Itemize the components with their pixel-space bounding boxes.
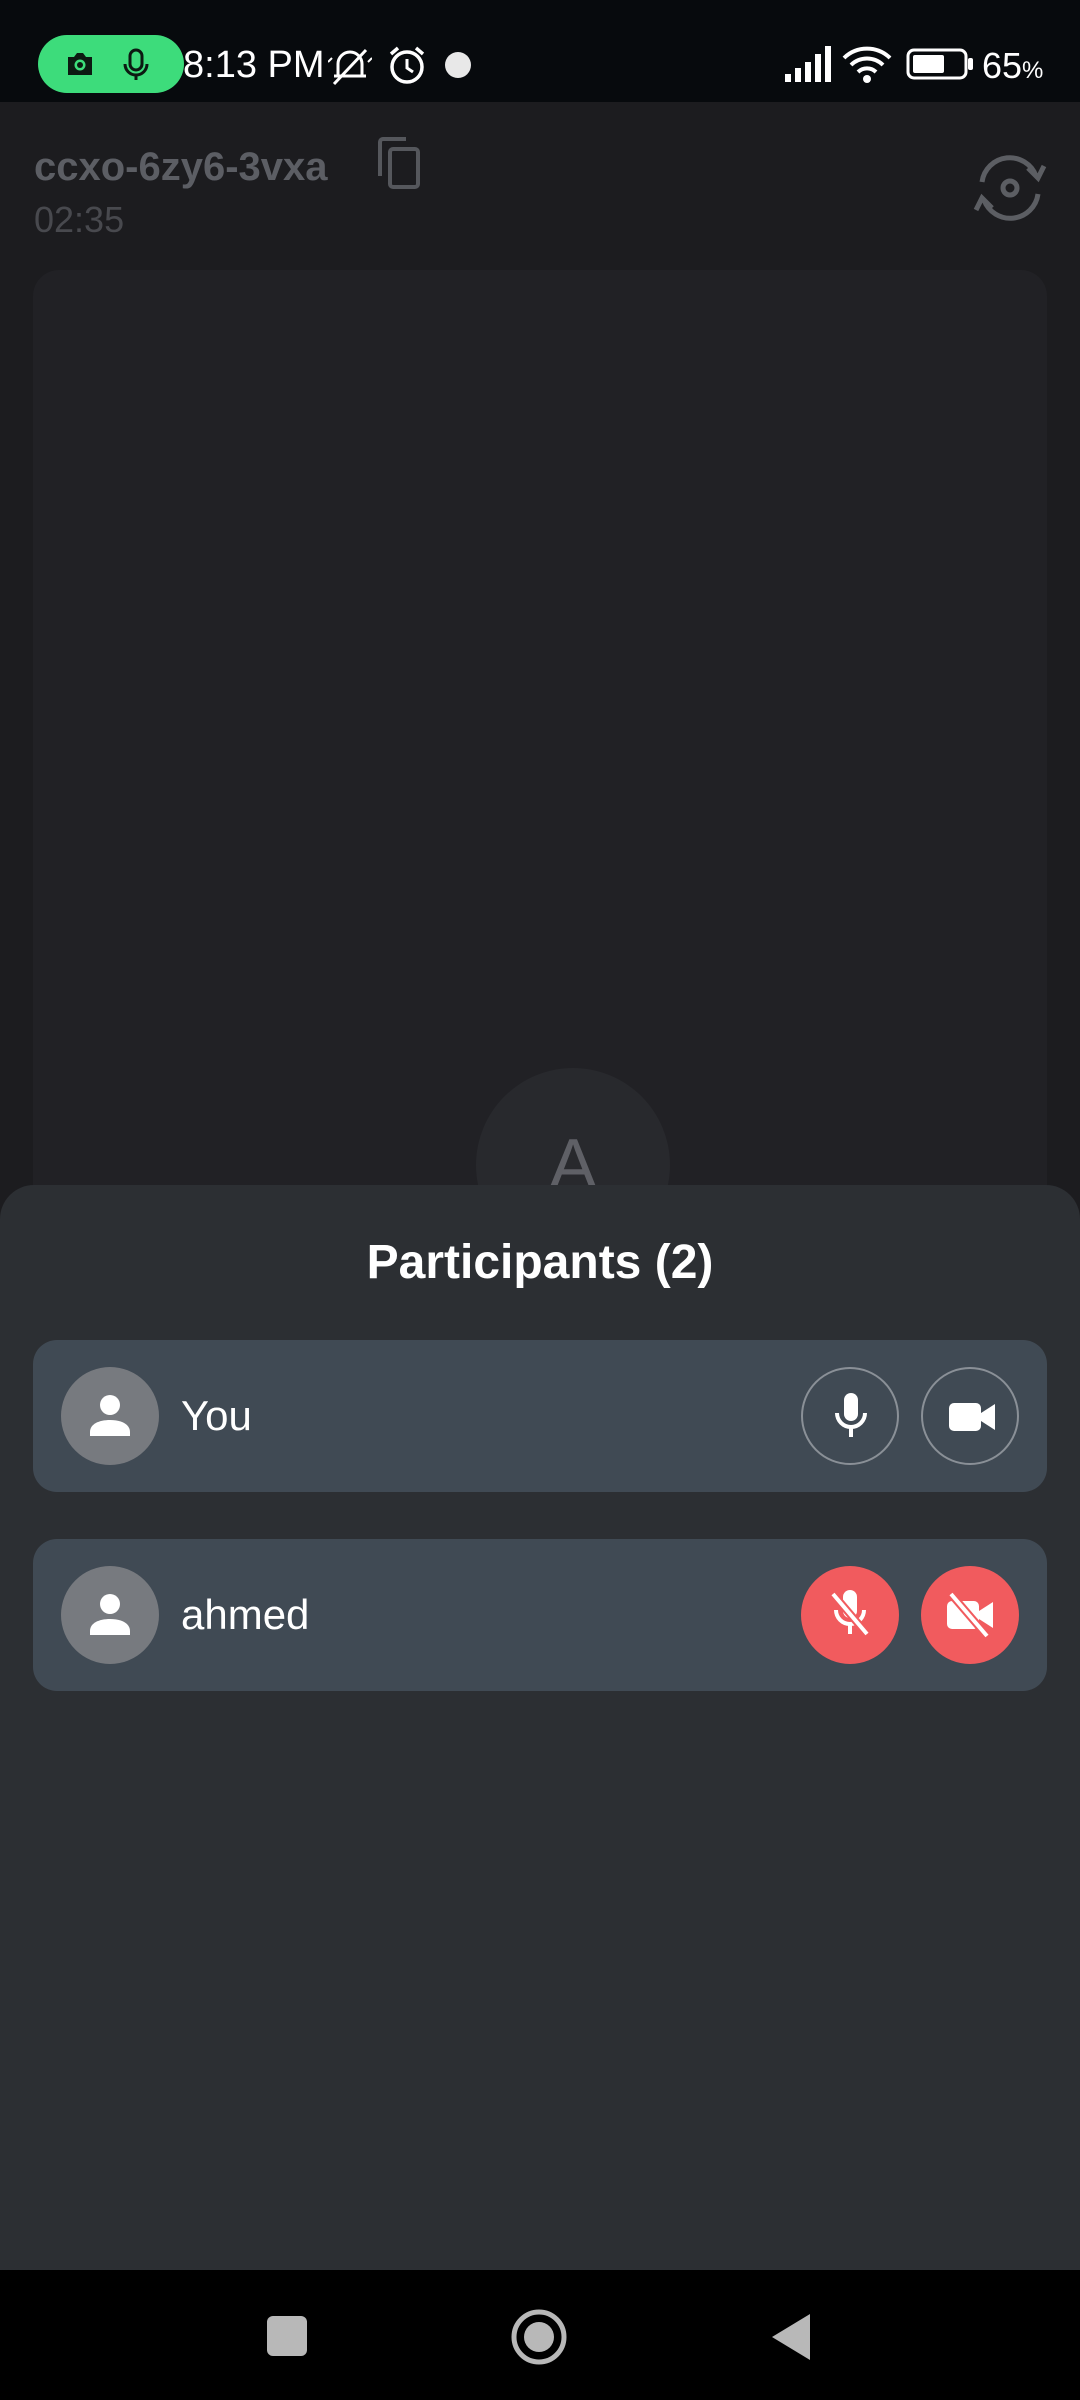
back-triangle-icon[interactable] (770, 2312, 812, 2362)
bell-off-icon (328, 48, 372, 86)
mic-toggle-button[interactable] (801, 1367, 899, 1465)
mic-icon (123, 48, 149, 80)
participant-name: You (181, 1392, 252, 1439)
recording-indicator[interactable] (38, 35, 184, 93)
switch-camera-icon[interactable] (972, 152, 1048, 224)
video-camera-off-icon (947, 1592, 993, 1638)
remote-video-tile[interactable]: A (33, 270, 1047, 1270)
participant-name: ahmed (181, 1591, 310, 1638)
signal-icon (785, 46, 831, 82)
navigation-bar (0, 2270, 1080, 2400)
camera-icon (68, 53, 92, 75)
mic-off-icon (829, 1590, 871, 1637)
battery-percent: 65% (982, 45, 1044, 86)
video-camera-icon (949, 1403, 995, 1431)
meeting-timer: 02:35 (34, 199, 125, 240)
person-icon (90, 1594, 130, 1635)
meeting-header: ccxo-6zy6-3vxa 02:35 (0, 102, 1080, 270)
avatar (61, 1367, 159, 1465)
sheet-title: Participants (2) (366, 1236, 714, 1289)
camera-toggle-button[interactable] (921, 1367, 1019, 1465)
participant-row-ahmed[interactable]: ahmed (33, 1539, 1047, 1691)
recents-square-icon[interactable] (266, 2315, 308, 2357)
copy-icon[interactable] (374, 136, 424, 192)
participant-row-you[interactable]: You (33, 1340, 1047, 1492)
wifi-icon (842, 46, 892, 83)
home-circle-icon[interactable] (509, 2307, 569, 2367)
status-bar: 8:13 PM 65% (0, 0, 1080, 102)
screen: 8:13 PM 65% ccxo-6zy6-3vxa 02:35 A Parti… (0, 0, 1080, 2400)
person-icon (90, 1395, 130, 1436)
battery-icon (906, 48, 973, 80)
status-time: 8:13 PM (183, 44, 325, 86)
participants-sheet: Participants (2) You ahmed (0, 1185, 1080, 2270)
mic-muted-button[interactable] (801, 1566, 899, 1664)
mic-icon (835, 1393, 867, 1437)
dot-icon (445, 52, 471, 78)
avatar (61, 1566, 159, 1664)
alarm-icon (389, 46, 425, 84)
camera-off-button[interactable] (921, 1566, 1019, 1664)
meeting-code: ccxo-6zy6-3vxa (34, 145, 328, 189)
